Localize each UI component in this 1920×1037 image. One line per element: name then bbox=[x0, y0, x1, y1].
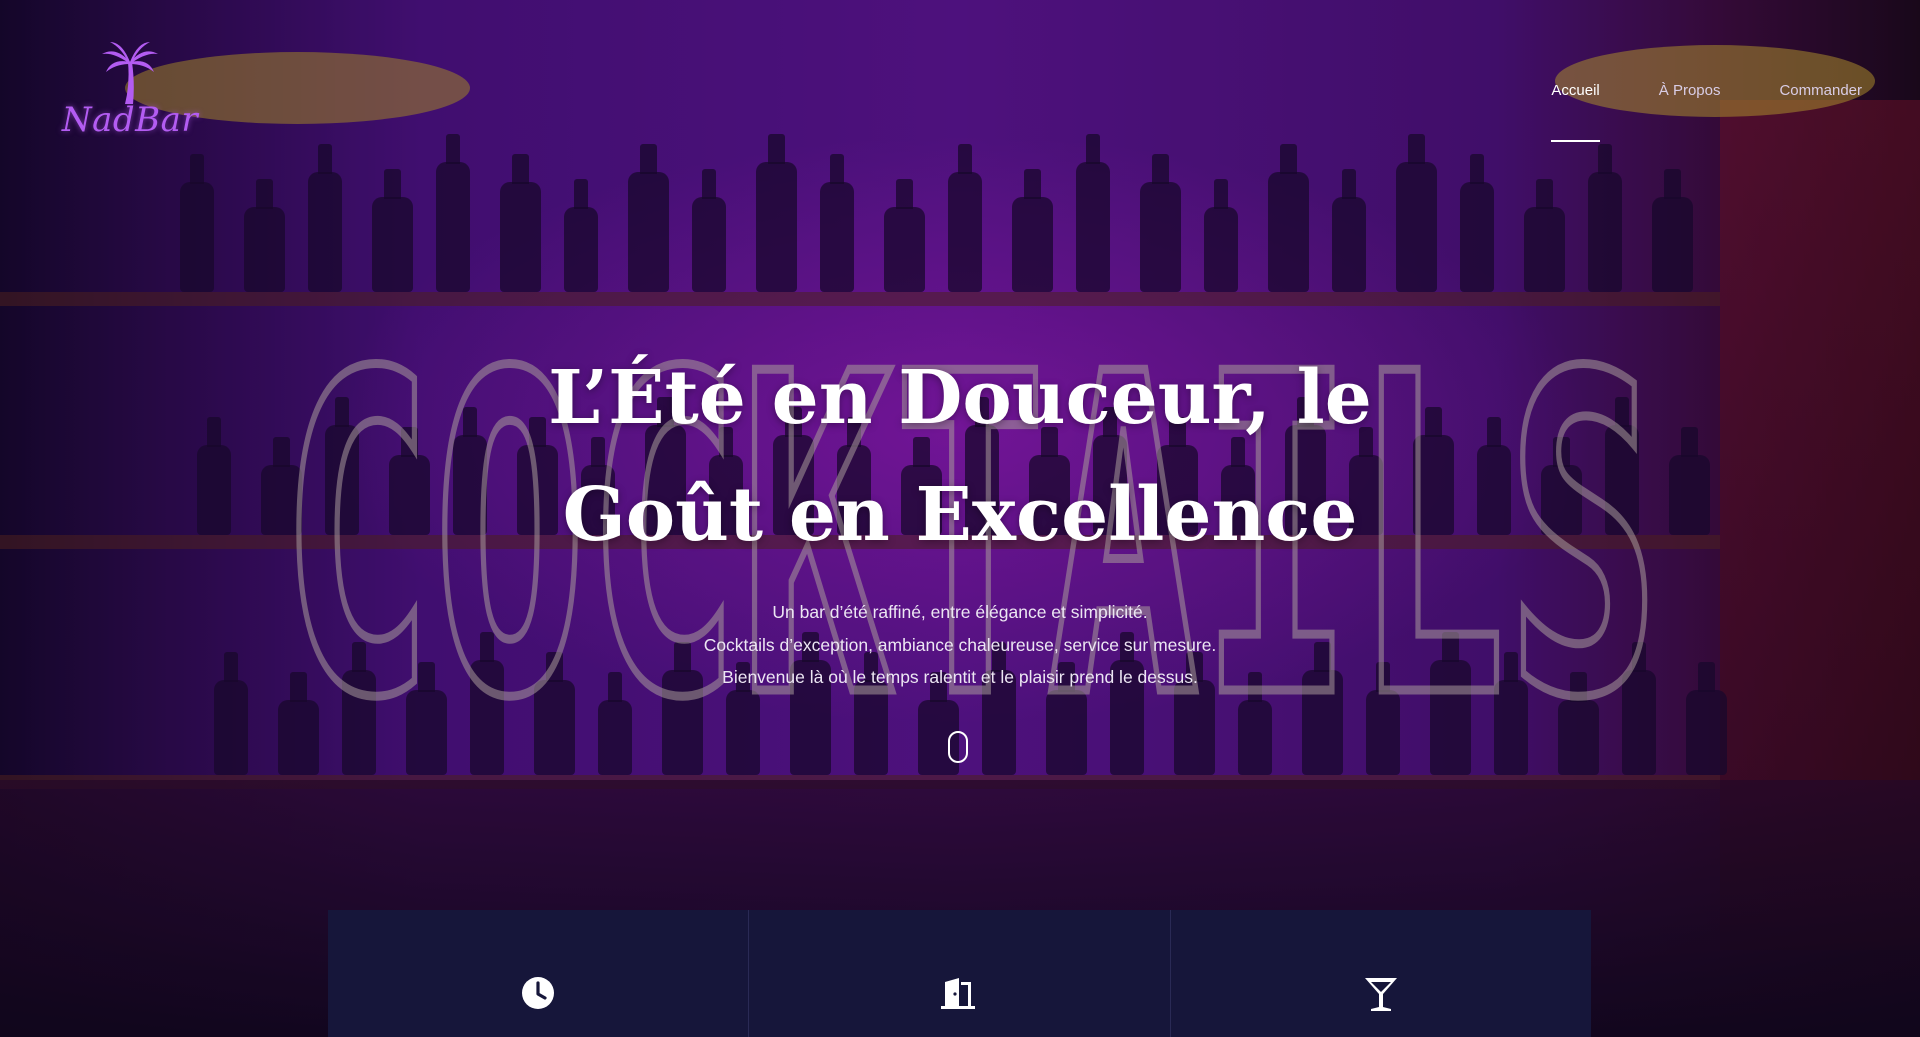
hero-subtitle: Un bar d’été raffiné, entre élégance et … bbox=[560, 596, 1360, 694]
hero-title-line: Goût en Excellence bbox=[562, 472, 1358, 558]
cocktail-glass-icon bbox=[1364, 978, 1397, 1011]
clock-icon bbox=[522, 977, 555, 1009]
features-strip bbox=[328, 910, 1591, 1037]
palm-tree-icon bbox=[102, 42, 158, 104]
nav-active-indicator bbox=[1551, 140, 1600, 142]
feature-card-cocktails bbox=[1169, 910, 1591, 1037]
feature-card-hours bbox=[328, 910, 748, 1037]
hero-title-line: L’Été en Douceur, le bbox=[548, 355, 1372, 441]
nav-item-commander[interactable]: Commander bbox=[1779, 82, 1862, 99]
door-icon bbox=[941, 978, 976, 1009]
feature-card-entrance bbox=[748, 910, 1169, 1037]
main-nav: Accueil À Propos Commander bbox=[1551, 82, 1862, 99]
nav-item-a-propos[interactable]: À Propos bbox=[1659, 82, 1721, 99]
hero-title: L’Été en Douceur, le Goût en Excellence bbox=[460, 340, 1460, 574]
hero-subtitle-line: Bienvenue là où le temps ralentit et le … bbox=[722, 667, 1198, 687]
hero-subtitle-line: Cocktails d’exception, ambiance chaleure… bbox=[703, 634, 1217, 655]
scroll-down-mouse-icon[interactable] bbox=[948, 731, 968, 763]
site-logo[interactable]: NadBar bbox=[55, 40, 205, 150]
hero-subtitle-line: Un bar d’été raffiné, entre élégance et … bbox=[772, 602, 1148, 622]
nav-item-accueil[interactable]: Accueil bbox=[1551, 82, 1599, 99]
brand-name: NadBar bbox=[61, 100, 199, 140]
